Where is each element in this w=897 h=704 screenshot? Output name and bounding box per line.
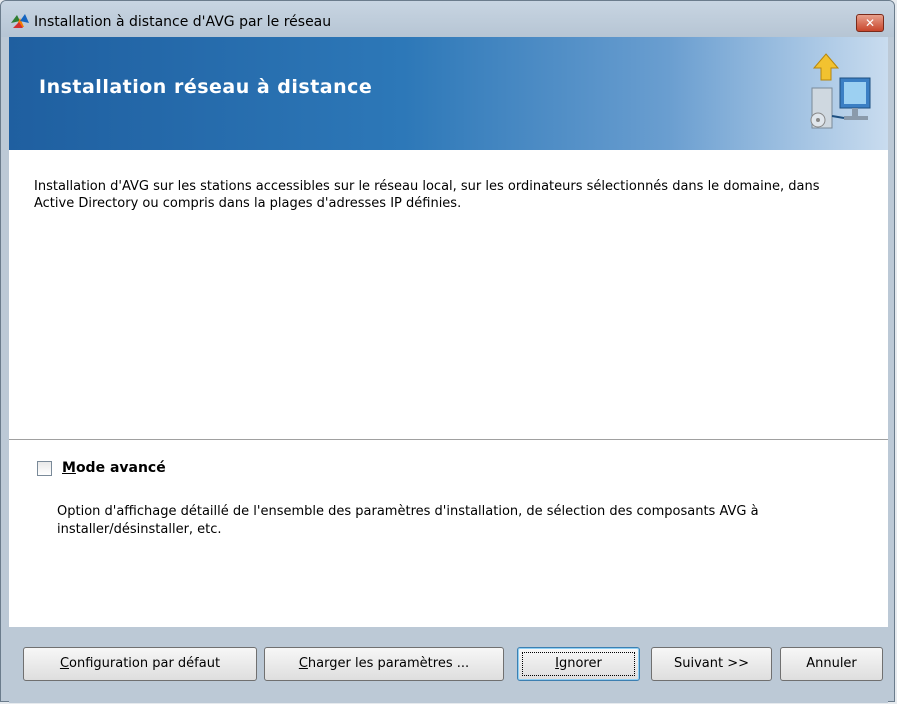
label-rest: ode avancé bbox=[75, 460, 166, 476]
wizard-header: Installation réseau à distance bbox=[9, 37, 888, 150]
focus-rect bbox=[522, 652, 635, 676]
advanced-mode-description: Option d'affichage détaillé de l'ensembl… bbox=[57, 504, 759, 537]
divider bbox=[9, 439, 888, 440]
avg-logo-icon bbox=[11, 14, 29, 28]
close-button[interactable]: ✕ bbox=[856, 14, 884, 32]
ignore-button[interactable]: Ignorer bbox=[517, 647, 640, 681]
wizard-content: Installation d'AVG sur les stations acce… bbox=[9, 150, 888, 627]
network-install-icon bbox=[810, 53, 871, 129]
installer-window: Installation à distance d'AVG par le rés… bbox=[0, 0, 895, 703]
default-config-button[interactable]: Configuration par défaut bbox=[23, 647, 257, 681]
button-label: harger les paramètres ... bbox=[307, 656, 470, 671]
button-label: onfiguration par défaut bbox=[69, 656, 221, 671]
close-icon: ✕ bbox=[864, 16, 876, 30]
advanced-mode-label[interactable]: Mode avancé bbox=[62, 460, 166, 476]
advanced-mode-checkbox[interactable] bbox=[37, 461, 52, 476]
next-button[interactable]: Suivant >> bbox=[651, 647, 772, 681]
intro-text: Installation d'AVG sur les stations acce… bbox=[34, 179, 820, 211]
button-bar: Configuration par défaut Charger les par… bbox=[9, 627, 888, 703]
window-title: Installation à distance d'AVG par le rés… bbox=[34, 14, 332, 30]
mnemonic: C bbox=[59, 656, 70, 671]
header-title: Installation réseau à distance bbox=[39, 76, 373, 98]
load-settings-button[interactable]: Charger les paramètres ... bbox=[264, 647, 504, 681]
title-bar[interactable]: Installation à distance d'AVG par le rés… bbox=[1, 1, 894, 37]
cancel-button[interactable]: Annuler bbox=[780, 647, 883, 681]
label-mnemonic: M bbox=[62, 460, 76, 476]
mnemonic: C bbox=[298, 656, 308, 671]
